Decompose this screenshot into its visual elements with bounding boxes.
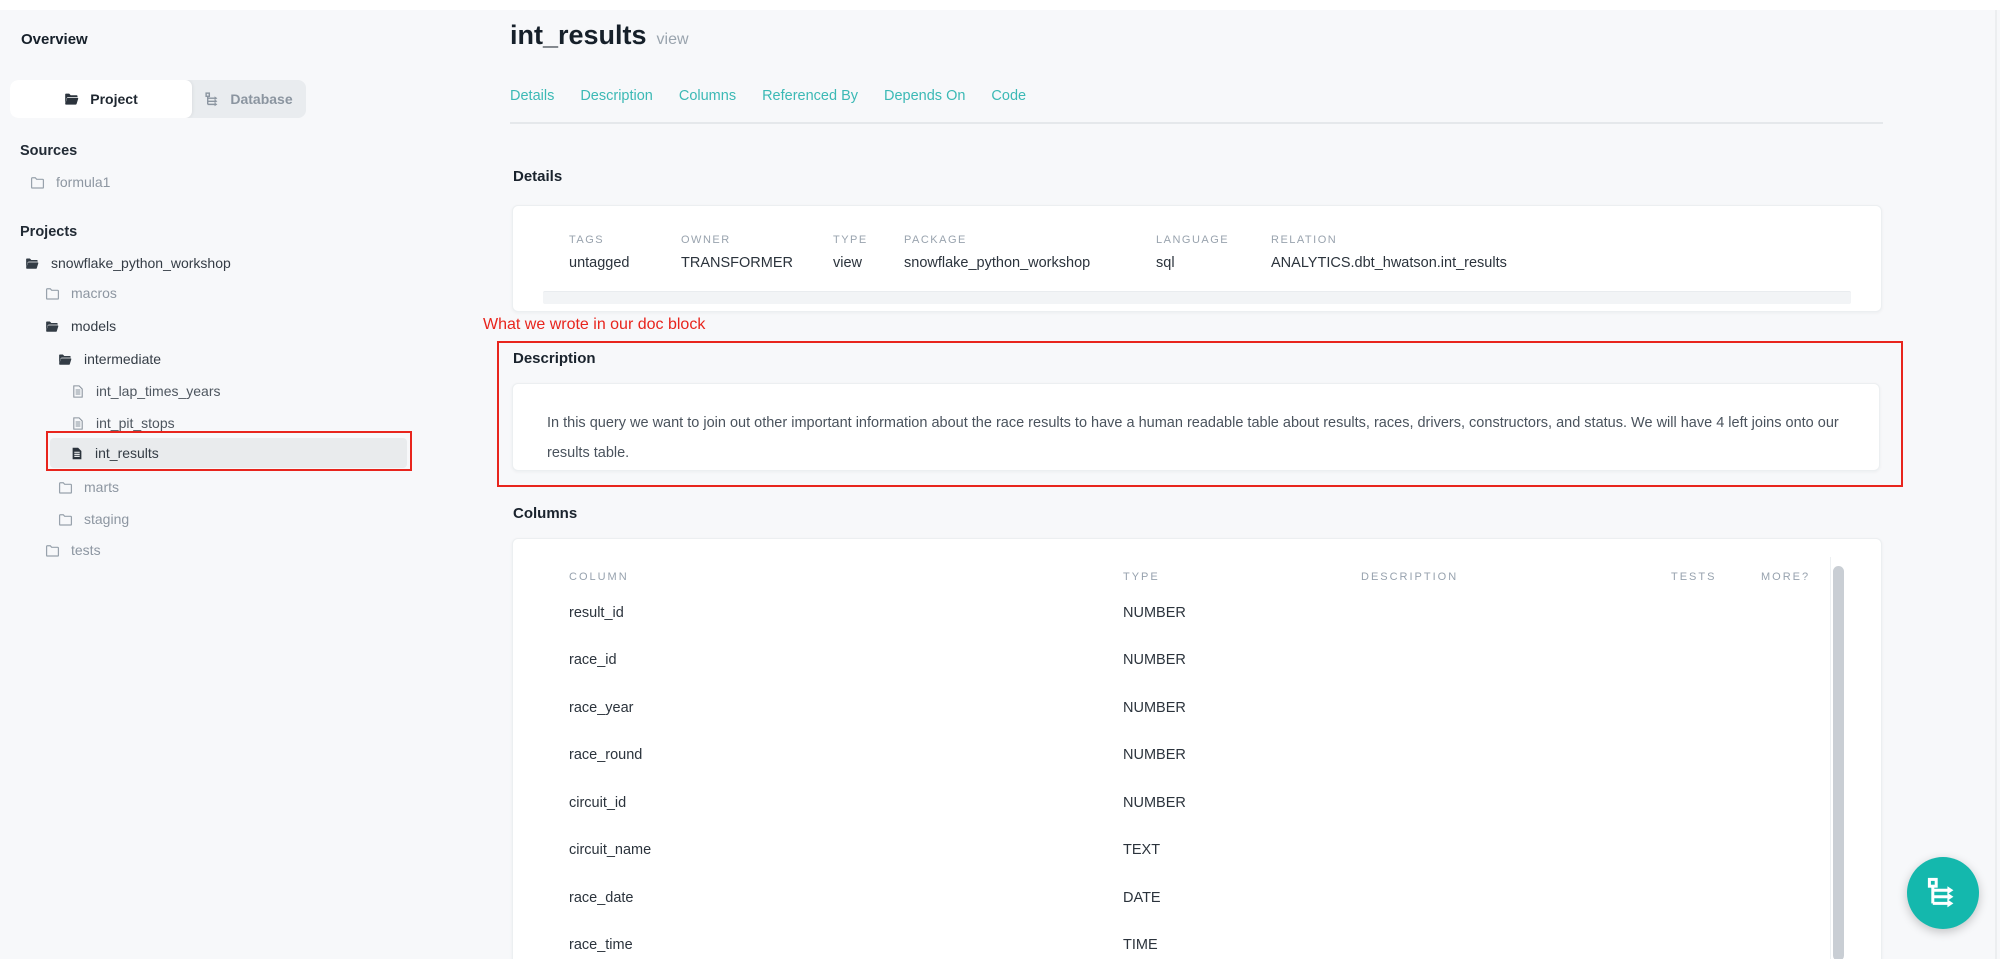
sidebar-item-marts[interactable]: marts	[58, 472, 119, 502]
folder-closed-icon	[58, 480, 73, 495]
details-value-package: snowflake_python_workshop	[904, 255, 1156, 271]
sidebar-item-snowflake-python-workshop[interactable]: snowflake_python_workshop	[25, 248, 231, 278]
scrollbar-thumb[interactable]	[1833, 566, 1844, 959]
details-card: TAGS OWNER TYPE PACKAGE LANGUAGE RELATIO…	[512, 205, 1882, 312]
table-row[interactable]: race_year NUMBER	[569, 684, 1821, 732]
scrollbar-track	[1830, 557, 1831, 959]
app-canvas: Overview Project Database Sources formul…	[0, 10, 2000, 959]
details-label: TYPE	[833, 234, 904, 246]
lineage-tree-icon	[205, 92, 220, 107]
column-name: circuit_id	[569, 795, 1123, 811]
toggle-database-label: Database	[230, 91, 292, 107]
section-nav: Details Description Columns Referenced B…	[510, 88, 1026, 104]
details-label: LANGUAGE	[1156, 234, 1271, 246]
folder-closed-icon	[45, 543, 60, 558]
toggle-project[interactable]: Project	[10, 80, 192, 118]
details-value-relation: ANALYTICS.dbt_hwatson.int_results	[1271, 255, 1851, 271]
annotation-red-box-description	[497, 341, 1903, 487]
sidebar-item-tests[interactable]: tests	[45, 535, 101, 565]
column-name: race_round	[569, 747, 1123, 763]
project-database-toggle: Project Database	[10, 80, 306, 118]
table-row[interactable]: race_round NUMBER	[569, 732, 1821, 780]
sidebar-item-macros[interactable]: macros	[45, 278, 117, 308]
column-name: circuit_name	[569, 842, 1123, 858]
toggle-project-label: Project	[90, 91, 137, 107]
table-row[interactable]: circuit_id NUMBER	[569, 779, 1821, 827]
file-icon	[71, 416, 85, 431]
folder-closed-icon	[30, 175, 45, 190]
materialization-badge: view	[657, 31, 689, 48]
model-name: int_results	[510, 20, 647, 50]
sidebar-item-models[interactable]: models	[45, 311, 116, 341]
folder-open-icon	[45, 319, 60, 334]
header-tests: TESTS	[1671, 571, 1761, 589]
column-type: NUMBER	[1123, 795, 1361, 811]
annotation-red-box-sidebar	[46, 431, 412, 471]
details-label: RELATION	[1271, 234, 1851, 246]
tab-depends-on[interactable]: Depends On	[884, 88, 965, 104]
column-name: race_id	[569, 652, 1123, 668]
details-label: PACKAGE	[904, 234, 1156, 246]
sidebar-item-int-lap-times-years[interactable]: int_lap_times_years	[71, 376, 221, 406]
folder-icon	[64, 91, 80, 107]
tab-code[interactable]: Code	[991, 88, 1026, 104]
sidebar-item-formula1[interactable]: formula1	[30, 167, 110, 197]
lineage-graph-fab[interactable]	[1907, 857, 1979, 929]
column-name: race_date	[569, 890, 1123, 906]
header-more: MORE?	[1761, 571, 1821, 589]
tab-columns[interactable]: Columns	[679, 88, 736, 104]
column-name: result_id	[569, 605, 1123, 621]
folder-open-icon	[25, 256, 40, 271]
table-row[interactable]: circuit_name TEXT	[569, 827, 1821, 875]
file-icon	[71, 384, 85, 399]
header-column: COLUMN	[569, 571, 1123, 589]
details-value-owner: TRANSFORMER	[681, 255, 833, 271]
annotation-text: What we wrote in our doc block	[483, 316, 705, 334]
details-footer-stripe	[543, 291, 1851, 304]
details-values-row: untagged TRANSFORMER view snowflake_pyth…	[569, 246, 1851, 271]
column-type: TEXT	[1123, 842, 1361, 858]
folder-open-icon	[58, 352, 73, 367]
sources-header: Sources	[20, 143, 77, 159]
columns-card: COLUMN TYPE DESCRIPTION TESTS MORE? resu…	[512, 538, 1882, 959]
window-edge	[1995, 10, 1997, 959]
details-label: TAGS	[569, 234, 681, 246]
header-type: TYPE	[1123, 571, 1361, 589]
columns-table-header: COLUMN TYPE DESCRIPTION TESTS MORE?	[569, 539, 1821, 589]
column-type: DATE	[1123, 890, 1361, 906]
columns-heading: Columns	[513, 505, 577, 522]
tab-referenced-by[interactable]: Referenced By	[762, 88, 858, 104]
tab-details[interactable]: Details	[510, 88, 554, 104]
divider	[510, 122, 1883, 124]
folder-closed-icon	[45, 286, 60, 301]
projects-header: Projects	[20, 224, 77, 240]
column-name: race_time	[569, 937, 1123, 953]
table-row[interactable]: race_date DATE	[569, 874, 1821, 922]
table-row[interactable]: result_id NUMBER	[569, 589, 1821, 637]
page-title: int_results view	[510, 20, 689, 51]
column-type: NUMBER	[1123, 652, 1361, 668]
toggle-database[interactable]: Database	[192, 80, 306, 118]
column-type: NUMBER	[1123, 747, 1361, 763]
details-labels-row: TAGS OWNER TYPE PACKAGE LANGUAGE RELATIO…	[569, 234, 1851, 246]
details-heading: Details	[513, 168, 562, 185]
table-row[interactable]: race_time TIME	[569, 922, 1821, 959]
column-type: NUMBER	[1123, 700, 1361, 716]
details-label: OWNER	[681, 234, 833, 246]
lineage-tree-icon	[1927, 877, 1959, 909]
overview-heading: Overview	[21, 31, 88, 48]
column-type: NUMBER	[1123, 605, 1361, 621]
sidebar-item-staging[interactable]: staging	[58, 504, 129, 534]
column-type: TIME	[1123, 937, 1361, 953]
sidebar-item-intermediate[interactable]: intermediate	[58, 344, 161, 374]
table-row[interactable]: race_id NUMBER	[569, 637, 1821, 685]
folder-closed-icon	[58, 512, 73, 527]
tab-description[interactable]: Description	[580, 88, 653, 104]
column-name: race_year	[569, 700, 1123, 716]
details-value-tags: untagged	[569, 255, 681, 271]
header-description: DESCRIPTION	[1361, 571, 1671, 589]
details-value-type: view	[833, 255, 904, 271]
details-value-language: sql	[1156, 255, 1271, 271]
